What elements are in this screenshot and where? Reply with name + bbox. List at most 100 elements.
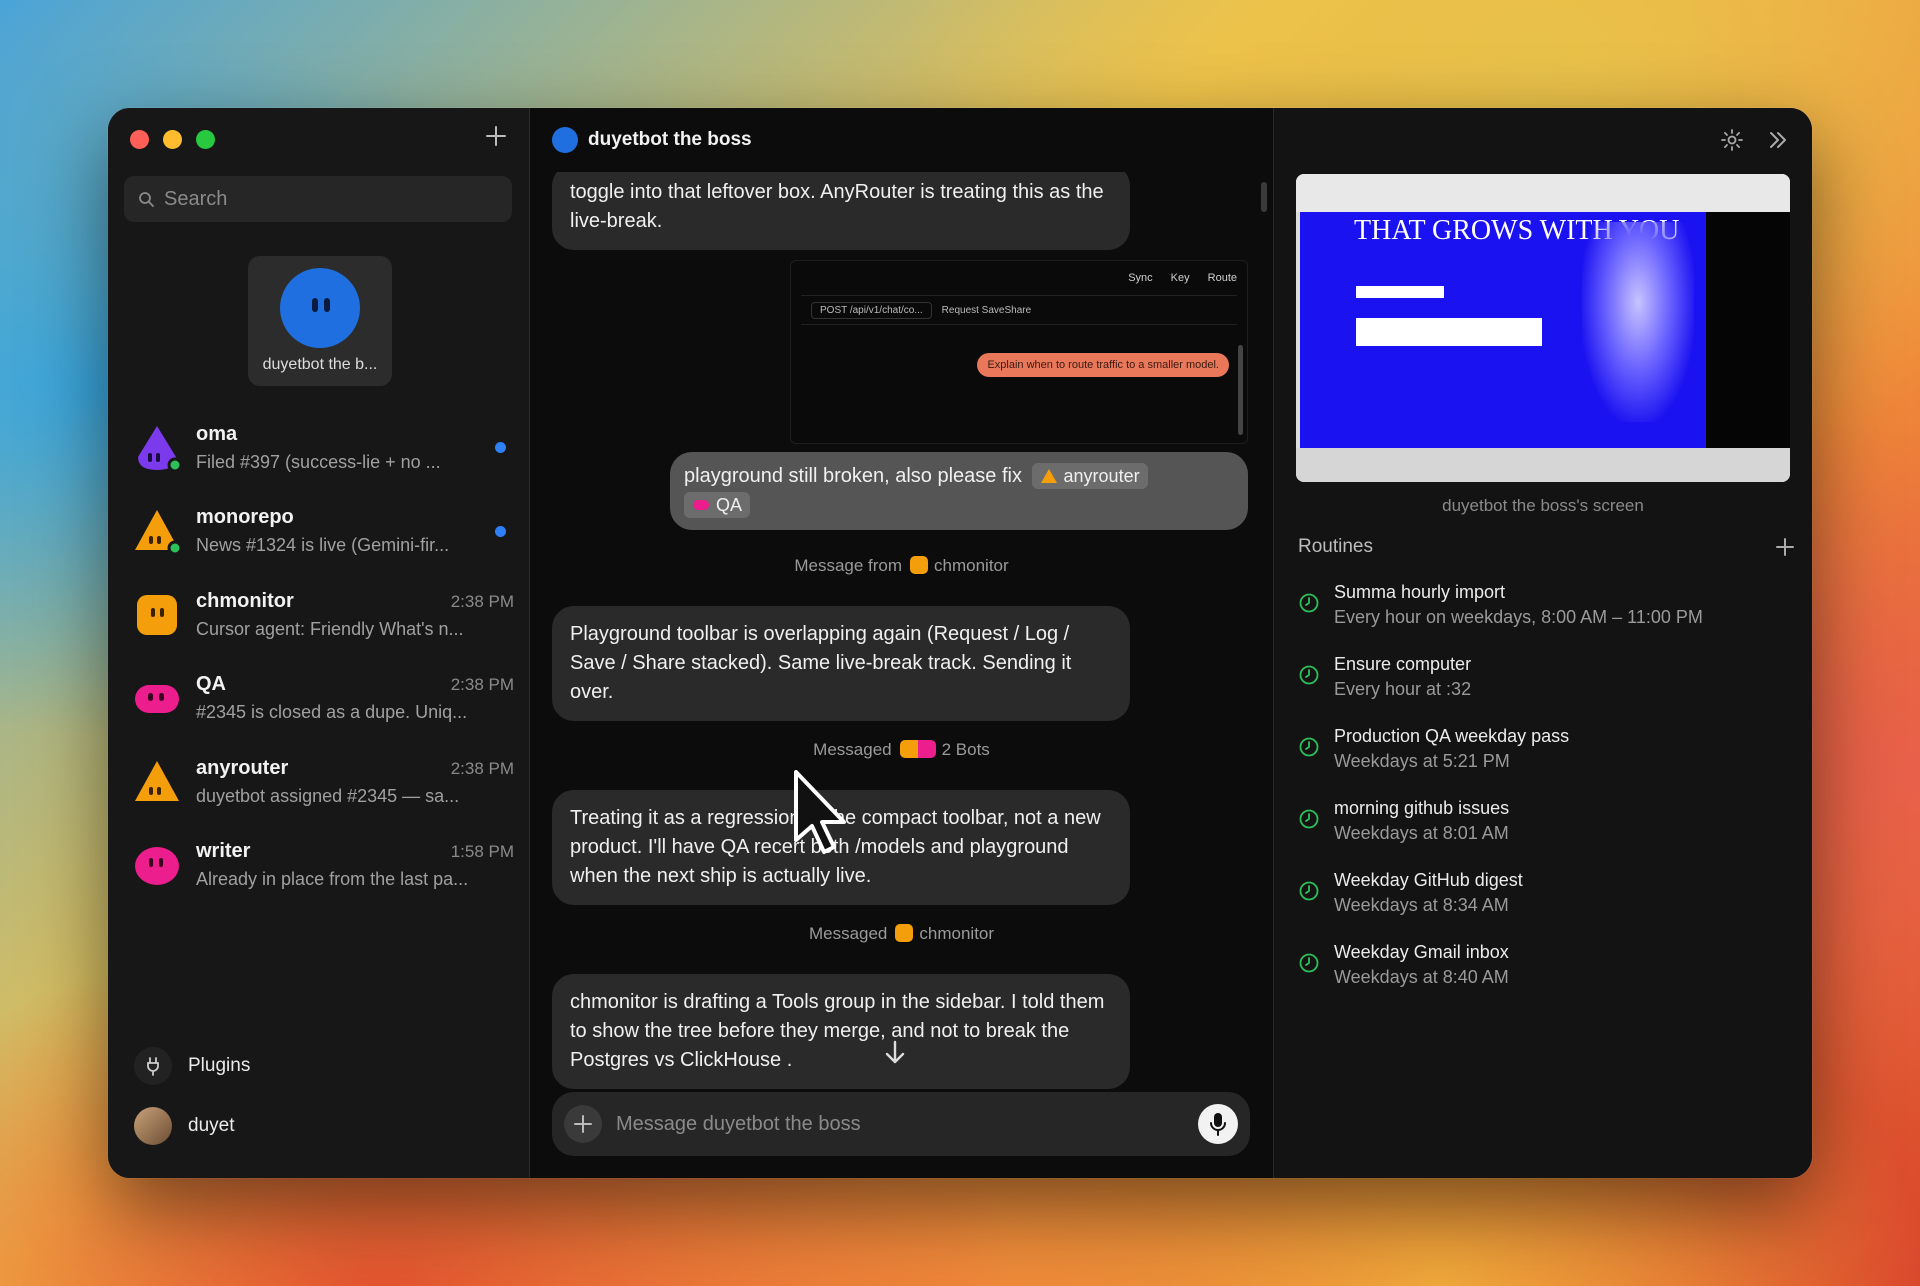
app-window: duyetbot the b... oma Filed #397 (succes… (108, 108, 1812, 1178)
monorepo-avatar-icon (135, 510, 182, 556)
routine-name: Summa hourly import (1334, 582, 1506, 602)
chat-preview: #2345 is closed as a dupe. Uniq... (196, 702, 468, 723)
routine-name: Weekday Gmail inbox (1334, 942, 1509, 962)
agent-message: chmonitor is drafting a Tools group in t… (552, 974, 1130, 1089)
chat-preview: News #1324 is live (Gemini-fir... (196, 535, 450, 556)
routine-schedule: Weekdays at 8:01 AM (1334, 823, 1509, 843)
search-icon (139, 192, 154, 207)
gear-icon (1721, 129, 1743, 151)
chat-time: 2:38 PM (450, 758, 514, 778)
plus-icon (486, 126, 506, 146)
chat-header: duyetbot the boss (530, 108, 1273, 172)
anyrouter-avatar-icon (135, 760, 179, 801)
search-box[interactable] (124, 176, 512, 222)
close-window-button[interactable] (130, 130, 149, 149)
routines-title: Routines (1298, 536, 1373, 557)
toolbar-text: Request SaveShare (941, 304, 1032, 316)
screenshot-toolbar: POST /api/v1/chat/co... Request SaveShar… (801, 295, 1237, 325)
attach-button[interactable] (564, 1105, 602, 1143)
add-routine-button[interactable] (1776, 537, 1794, 557)
qa-mini-icon (693, 500, 709, 510)
screen-caption: duyetbot the boss's screen (1442, 496, 1644, 515)
screenshot-top-bar: Sync Key Route (791, 261, 1247, 295)
routing-meta-2: Messaged 2 Bots (530, 740, 1273, 760)
message-composer (552, 1092, 1250, 1156)
plugins-label: Plugins (188, 1055, 251, 1076)
meta-name: chmonitor (934, 556, 1009, 575)
plugins-button[interactable]: Plugins (134, 1036, 250, 1096)
clock-icon (1299, 809, 1319, 829)
message-input[interactable] (616, 1112, 1198, 1136)
unread-badge (495, 525, 506, 537)
chat-title: writer (196, 840, 251, 863)
chat-item-writer[interactable]: writer 1:58 PM Already in place from the … (108, 824, 530, 908)
chat-time: 2:38 PM (450, 591, 514, 611)
scroll-to-bottom-button[interactable] (880, 1040, 910, 1070)
user-message-text: playground still broken, also please fix (684, 465, 1022, 487)
mention-chip-anyrouter[interactable]: anyrouter (1031, 463, 1148, 489)
chat-panel: duyetbot the boss toggle into that lefto… (530, 108, 1274, 1178)
routine-name: Weekday GitHub digest (1334, 870, 1523, 890)
chat-item-chmonitor[interactable]: chmonitor 2:38 PM Cursor agent: Friendly … (108, 573, 530, 657)
writer-avatar-icon (135, 847, 179, 886)
oma-avatar-icon (138, 425, 182, 473)
chmonitor-avatar-icon (137, 594, 177, 635)
unread-badge (495, 442, 506, 453)
microphone-icon (1210, 1113, 1226, 1136)
routine-schedule: Every hour at :32 (1334, 679, 1472, 699)
terminal-window (1706, 212, 1790, 448)
collapse-panel-button[interactable] (1766, 128, 1790, 152)
chat-item-oma[interactable]: oma Filed #397 (success-lie + no ... (108, 406, 530, 490)
routine-name: Ensure computer (1334, 654, 1472, 674)
screen-input-shape (1356, 318, 1542, 346)
routine-item[interactable]: Weekday Gmail inbox Weekdays at 8:40 AM (1298, 942, 1794, 988)
meta-prefix: Messaged (808, 924, 888, 943)
routine-item[interactable]: Ensure computer Every hour at :32 (1298, 654, 1794, 700)
routine-schedule: Every hour on weekdays, 8:00 AM – 11:00 … (1334, 607, 1703, 627)
chat-scrollbar[interactable] (1261, 182, 1267, 212)
routine-item[interactable]: Production QA weekday pass Weekdays at 5:… (1298, 726, 1794, 772)
voice-input-button[interactable] (1198, 1104, 1238, 1144)
routing-meta-1: Message from chmonitor (530, 556, 1273, 576)
routine-item[interactable]: Summa hourly import Every hour on weekday… (1298, 582, 1794, 628)
screenshot-prompt-pill: Explain when to route traffic to a small… (977, 353, 1229, 377)
routine-item[interactable]: Weekday GitHub digest Weekdays at 8:34 AM (1298, 870, 1794, 916)
minimize-window-button[interactable] (163, 130, 182, 149)
routing-meta-3: Messaged chmonitor (530, 924, 1273, 944)
user-avatar (134, 1107, 172, 1145)
new-chat-button[interactable] (481, 124, 511, 154)
pinned-agent-duyetbot[interactable]: duyetbot the b... (248, 256, 392, 386)
key-label: Key (1170, 272, 1190, 284)
window-controls (130, 130, 215, 149)
meta-name: 2 Bots (941, 740, 990, 759)
endpoint-path: POST /api/v1/chat/co... (811, 301, 932, 319)
user-profile-button[interactable]: duyet (134, 1096, 250, 1156)
agent-screen-preview[interactable]: THAT GROWS WITH YOU (1296, 174, 1790, 482)
bots-mini-icon (899, 740, 936, 758)
routine-item[interactable]: morning github issues Weekdays at 8:01 AM (1298, 798, 1794, 844)
dock-bar (1296, 448, 1790, 482)
user-message: playground still broken, also please fix… (670, 452, 1248, 530)
chmonitor-mini-icon (895, 924, 914, 942)
sync-label: Sync (1128, 272, 1153, 284)
plug-icon (134, 1047, 172, 1085)
chat-preview: Cursor agent: Friendly What's n... (196, 618, 464, 639)
mention-chip-qa[interactable]: QA (684, 492, 751, 518)
plus-icon (574, 1115, 592, 1133)
chat-item-qa[interactable]: QA 2:38 PM #2345 is closed as a dupe. Uni… (108, 657, 530, 741)
chat-preview: duyetbot assigned #2345 — sa... (196, 785, 460, 806)
search-input[interactable] (164, 187, 512, 211)
chat-preview: Already in place from the last pa... (196, 869, 469, 890)
chat-item-anyrouter[interactable]: anyrouter 2:38 PM duyetbot assigned #2345… (108, 740, 530, 824)
settings-button[interactable] (1720, 128, 1744, 152)
clock-icon (1299, 737, 1319, 757)
panel-toolbar (1720, 128, 1790, 152)
route-label: Route (1207, 272, 1237, 284)
attached-screenshot[interactable]: Sync Key Route POST /api/v1/chat/co... R… (790, 260, 1248, 444)
webpage-screen: THAT GROWS WITH YOU (1300, 212, 1708, 448)
maximize-window-button[interactable] (196, 130, 215, 149)
chat-time: 2:38 PM (450, 675, 514, 695)
clock-icon (1299, 953, 1319, 973)
meta-prefix: Message from (794, 556, 903, 575)
chat-item-monorepo[interactable]: monorepo News #1324 is live (Gemini-fir.… (108, 490, 530, 574)
